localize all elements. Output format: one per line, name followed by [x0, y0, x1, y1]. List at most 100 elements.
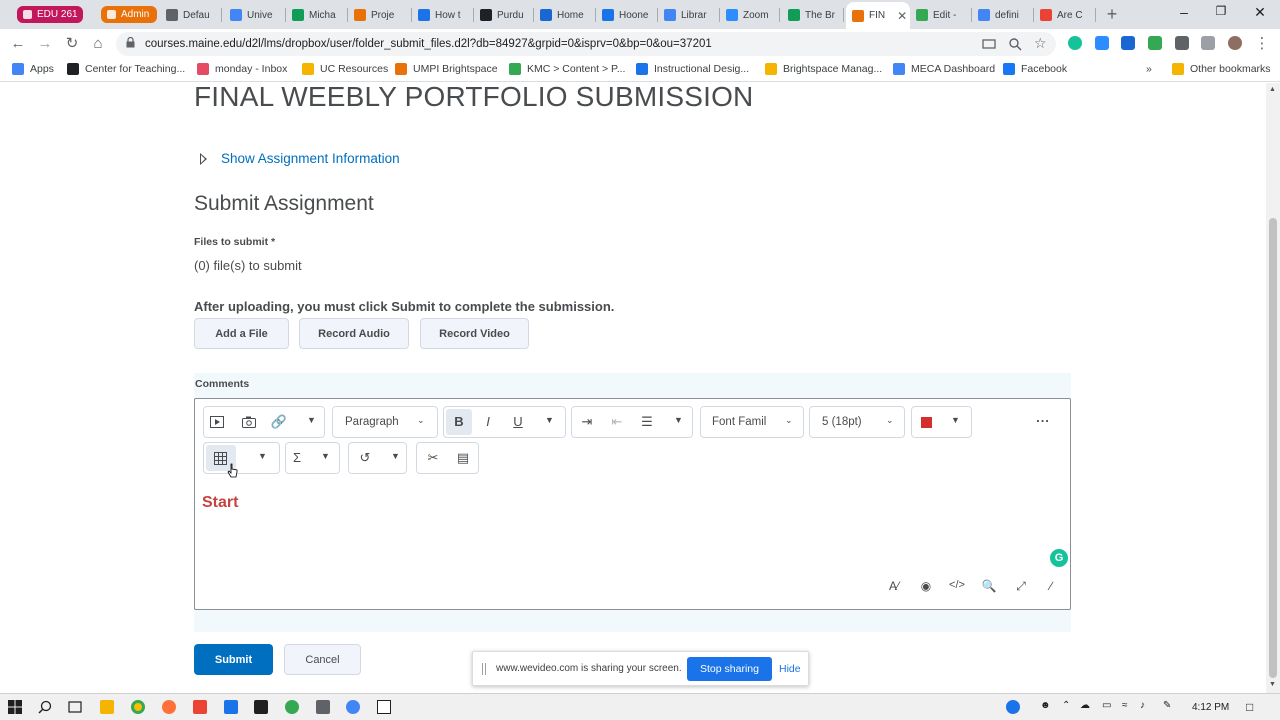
- browser-tab[interactable]: Proje: [348, 4, 412, 26]
- bookmark-item[interactable]: Other bookmarks: [1172, 63, 1271, 75]
- list-dropdown-icon[interactable]: ▼: [674, 415, 683, 425]
- bookmark-item[interactable]: KMC > Content > P...: [509, 63, 625, 75]
- spellcheck-icon[interactable]: A⁄: [886, 579, 902, 593]
- browser-tab[interactable]: Admin: [101, 6, 157, 23]
- windows-start-icon[interactable]: [8, 700, 22, 714]
- undo-dropdown-icon[interactable]: ▼: [391, 451, 400, 461]
- grammarly-icon[interactable]: G: [1050, 549, 1068, 567]
- wifi-icon[interactable]: ≈: [1122, 700, 1128, 711]
- equation-sigma-icon[interactable]: Σ: [288, 451, 306, 465]
- browser-tab[interactable]: FIN ✕: [846, 2, 910, 29]
- preview-icon[interactable]: 🔍: [981, 579, 997, 593]
- task-view-icon[interactable]: [68, 700, 82, 714]
- firefox-icon[interactable]: [162, 700, 176, 714]
- table-dropdown-icon[interactable]: ▼: [258, 451, 267, 461]
- bookmark-item[interactable]: MECA Dashboard: [893, 63, 995, 75]
- zoom-icon[interactable]: [1008, 37, 1022, 51]
- onedrive-icon[interactable]: ☁: [1080, 700, 1090, 711]
- bookmark-item[interactable]: UMPI Brightspace: [395, 63, 498, 75]
- browser-tab[interactable]: Defau: [160, 4, 222, 26]
- app-gray-icon[interactable]: [316, 700, 330, 714]
- comments-editor[interactable]: 🔗 ▼ Paragraph ⌄ B I U ▼ ⇥ ⇤ ☰ ▼ Font Fam…: [194, 398, 1071, 610]
- tray-expand-icon[interactable]: ⌃: [1062, 700, 1070, 711]
- close-window-icon[interactable]: ✕: [1250, 4, 1270, 21]
- bookmark-item[interactable]: Facebook: [1003, 63, 1067, 75]
- browser-tab[interactable]: Hoone: [596, 4, 658, 26]
- browser-tab[interactable]: Micha: [286, 4, 348, 26]
- extension-check-icon[interactable]: [1148, 36, 1162, 50]
- page-scrollbar[interactable]: ▲ ▼: [1266, 83, 1280, 693]
- app-red-icon[interactable]: [193, 700, 207, 714]
- bookmarks-overflow-icon[interactable]: »: [1146, 63, 1152, 75]
- browser-tab[interactable]: Edit -: [910, 4, 972, 26]
- indent-icon[interactable]: ⇥: [578, 415, 596, 429]
- show-assignment-info-link[interactable]: Show Assignment Information: [200, 151, 400, 166]
- app-blue-icon[interactable]: [224, 700, 238, 714]
- bookmark-item[interactable]: Apps: [12, 63, 54, 75]
- pen-icon[interactable]: ✎: [1163, 700, 1171, 711]
- browser-tab[interactable]: defini: [972, 4, 1034, 26]
- browser-tab[interactable]: How t: [412, 4, 474, 26]
- resize-handle-icon[interactable]: ∕: [1043, 579, 1059, 593]
- app-green-icon[interactable]: [285, 700, 299, 714]
- hide-link[interactable]: Hide: [779, 663, 801, 675]
- record-audio-button[interactable]: Record Audio: [299, 318, 409, 349]
- bold-icon[interactable]: B: [450, 415, 468, 429]
- minimize-icon[interactable]: –: [1174, 4, 1194, 20]
- cast-icon[interactable]: [982, 37, 996, 51]
- outdent-icon[interactable]: ⇤: [608, 415, 626, 429]
- underline-icon[interactable]: U: [509, 415, 527, 429]
- record-video-button[interactable]: Record Video: [420, 318, 529, 349]
- search-icon[interactable]: [38, 700, 52, 714]
- bookmark-star-icon[interactable]: ☆: [1034, 35, 1048, 51]
- submit-button[interactable]: Submit: [194, 644, 273, 675]
- paste-icon[interactable]: ▤: [454, 451, 472, 465]
- insert-link-icon[interactable]: 🔗: [270, 415, 288, 429]
- undo-icon[interactable]: ↺: [356, 451, 374, 465]
- back-icon[interactable]: ←: [9, 36, 27, 52]
- font-size-select[interactable]: 5 (18pt) ⌄: [809, 406, 905, 438]
- browser-tab[interactable]: EDU 261: [17, 6, 83, 23]
- scroll-up-arrow-icon[interactable]: ▲: [1269, 86, 1276, 93]
- browser-tab[interactable]: Unive: [224, 4, 286, 26]
- kebab-menu-icon[interactable]: ⋮: [1253, 36, 1271, 52]
- extensions-puzzle-icon[interactable]: [1175, 36, 1189, 50]
- notification-icon[interactable]: □: [1246, 700, 1253, 714]
- profile-avatar[interactable]: [1228, 36, 1242, 50]
- browser-tab[interactable]: Zoom: [720, 4, 780, 26]
- insert-dropdown-icon[interactable]: ▼: [307, 415, 316, 425]
- insert-table-icon[interactable]: [214, 452, 227, 465]
- italic-icon[interactable]: I: [479, 415, 497, 429]
- reload-icon[interactable]: ↻: [63, 36, 81, 52]
- bookmark-item[interactable]: Instructional Desig...: [636, 63, 749, 75]
- browser-tab[interactable]: Librar: [658, 4, 720, 26]
- accessibility-check-icon[interactable]: ◉: [918, 579, 934, 593]
- new-tab-button[interactable]: +: [1102, 5, 1122, 25]
- bookmark-item[interactable]: monday - Inbox: [197, 63, 287, 75]
- reading-list-icon[interactable]: [1201, 36, 1215, 50]
- fullscreen-icon[interactable]: ⤢: [1013, 579, 1029, 594]
- source-code-icon[interactable]: </>: [949, 579, 965, 591]
- text-color-dropdown-icon[interactable]: ▼: [951, 415, 960, 425]
- drag-grip-icon[interactable]: [482, 663, 486, 675]
- browser-tab[interactable]: Are C: [1034, 4, 1096, 26]
- notepad-icon[interactable]: [377, 700, 391, 714]
- browser-tab[interactable]: Home: [534, 4, 596, 26]
- grammarly-extension-icon[interactable]: [1068, 36, 1082, 50]
- battery-icon[interactable]: ▭: [1102, 700, 1111, 711]
- zoom-extension-icon[interactable]: [1095, 36, 1109, 50]
- stop-sharing-button[interactable]: Stop sharing: [687, 657, 772, 681]
- chrome-icon[interactable]: [131, 700, 145, 714]
- text-color-swatch[interactable]: [921, 417, 932, 428]
- add-file-button[interactable]: Add a File: [194, 318, 289, 349]
- forward-icon[interactable]: →: [36, 36, 54, 52]
- app-dark-icon[interactable]: [254, 700, 268, 714]
- cancel-button[interactable]: Cancel: [284, 644, 361, 675]
- home-icon[interactable]: ⌂: [89, 36, 107, 52]
- people-icon[interactable]: ☻: [1040, 700, 1051, 711]
- equation-dropdown-icon[interactable]: ▼: [321, 451, 330, 461]
- more-options-icon[interactable]: ...: [1034, 411, 1052, 425]
- editor-content-text[interactable]: Start: [202, 494, 238, 512]
- volume-icon[interactable]: ♪: [1140, 700, 1145, 711]
- insert-video-icon[interactable]: [210, 416, 224, 428]
